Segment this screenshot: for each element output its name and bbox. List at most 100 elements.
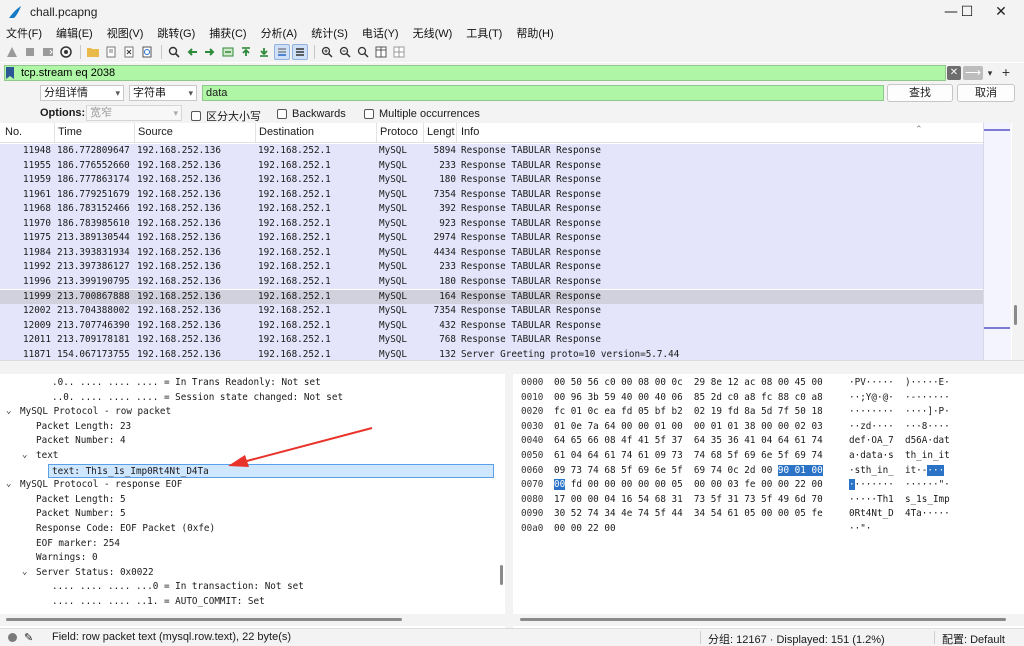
reload-file-icon[interactable] (139, 44, 155, 60)
column-header-destination[interactable]: Destination (259, 126, 314, 138)
close-file-icon[interactable] (121, 44, 137, 60)
find-query-input[interactable]: data (202, 85, 884, 101)
packet-row[interactable]: 11959 186.777863174 192.168.252.136 192.168… (0, 173, 983, 188)
filter-history-dropdown[interactable]: ▾ (985, 66, 995, 80)
menu-file[interactable]: 文件(F) (6, 25, 42, 41)
packet-row[interactable]: 11984 213.393831934 192.168.252.136 192.168… (0, 245, 983, 261)
pane-splitter-vertical[interactable] (505, 374, 513, 628)
column-divider[interactable] (456, 123, 457, 143)
menu-help[interactable]: 帮助(H) (516, 25, 553, 41)
packet-row[interactable]: 12002 213.704388002 192.168.252.136 192.168… (0, 304, 983, 319)
packet-row[interactable]: 11948 186.772809647 192.168.252.136 192.168… (0, 144, 983, 159)
auto-scroll-icon[interactable] (274, 44, 290, 60)
display-filter-input[interactable]: tcp.stream eq 2038 (4, 65, 946, 81)
hex-bytes: 01 0e 7a 64 00 00 01 00 00 01 01 38 00 0… (554, 420, 823, 432)
cancel-button[interactable]: 取消 (957, 84, 1015, 102)
status-divider[interactable] (934, 631, 935, 644)
add-filter-button[interactable]: + (999, 64, 1013, 80)
column-divider[interactable] (255, 123, 256, 143)
menu-analyze[interactable]: 分析(A) (261, 25, 298, 41)
apply-filter-icon[interactable]: ⟶ (963, 66, 983, 80)
char-width-select[interactable]: 宽窄 ▾ (86, 105, 182, 121)
checkbox-box[interactable] (364, 109, 374, 119)
capture-options-icon[interactable] (58, 44, 74, 60)
menu-wireless[interactable]: 无线(W) (413, 25, 453, 41)
menu-statistics[interactable]: 统计(S) (311, 25, 348, 41)
status-divider[interactable] (700, 631, 701, 644)
go-forward-icon[interactable] (202, 44, 218, 60)
packet-row[interactable]: 11961 186.779251679 192.168.252.136 192.168… (0, 187, 983, 203)
packet-row[interactable]: 11996 213.399190795 192.168.252.136 192.168… (0, 274, 983, 290)
menu-view[interactable]: 视图(V) (107, 25, 144, 41)
column-header-info[interactable]: Info (461, 126, 479, 138)
ascii-bytes-part: ·sth_in_ it·- (849, 464, 928, 476)
pane-splitter[interactable] (0, 360, 1024, 374)
packet-row[interactable]: 11970 186.783985610 192.168.252.136 192.168… (0, 216, 983, 232)
start-capture-icon[interactable] (4, 44, 20, 60)
packet-row[interactable]: 11992 213.397386127 192.168.252.136 192.168… (0, 260, 983, 275)
bytes-h-scroll-thumb[interactable] (520, 618, 1006, 621)
menu-capture[interactable]: 捕获(C) (209, 25, 246, 41)
detail-tree-row[interactable]: text: Th1s_1s_Imp0Rt4Nt_D4Ta (48, 463, 494, 479)
column-header-length[interactable]: Lengt (427, 126, 455, 138)
stop-capture-icon[interactable] (22, 44, 38, 60)
details-h-scroll-thumb[interactable] (6, 618, 402, 621)
search-in-select[interactable]: 分组详情 ▾ (40, 85, 124, 101)
column-header-no[interactable]: No. (5, 126, 22, 138)
go-first-packet-icon[interactable] (238, 44, 254, 60)
detail-text: .... .... .... ...0 = In transaction: No… (52, 581, 304, 593)
column-header-source[interactable]: Source (138, 126, 173, 138)
packet-row[interactable]: 11955 186.776552660 192.168.252.136 192.168… (0, 158, 983, 174)
checkbox-box[interactable] (191, 111, 201, 121)
normal-size-icon[interactable] (355, 44, 371, 60)
packet-row[interactable]: 11999 213.700867888 192.168.252.136 192.168… (0, 289, 983, 304)
details-scroll-thumb[interactable] (500, 565, 503, 585)
go-last-packet-icon[interactable] (256, 44, 272, 60)
checkbox-box[interactable] (277, 109, 287, 119)
packet-row[interactable]: 12011 213.709178181 192.168.252.136 192.168… (0, 333, 983, 348)
packet-list-scroll-thumb[interactable] (1014, 305, 1017, 325)
open-file-icon[interactable] (85, 44, 101, 60)
close-button[interactable]: ✕ (978, 0, 1024, 24)
restart-capture-icon[interactable] (40, 44, 56, 60)
expand-chevron-icon[interactable]: ⌄ (6, 477, 11, 492)
column-header-time[interactable]: Time (58, 126, 82, 138)
go-back-icon[interactable] (184, 44, 200, 60)
expand-chevron-icon[interactable]: ⌄ (6, 404, 11, 419)
packet-row[interactable]: 11968 186.783152466 192.168.252.136 192.168… (0, 202, 983, 217)
status-profile[interactable]: 配置: Default (942, 631, 1005, 646)
multiple-occurrences-checkbox[interactable]: Multiple occurrences (364, 108, 480, 120)
edit-comment-icon[interactable]: ✎ (24, 631, 33, 644)
column-divider[interactable] (54, 123, 55, 143)
packet-list[interactable]: No. Time Source Destination Protoco Leng… (0, 123, 1024, 363)
menu-tools[interactable]: 工具(T) (466, 25, 502, 41)
find-packet-icon[interactable] (166, 44, 182, 60)
layout-icon[interactable] (391, 44, 407, 60)
column-divider[interactable] (376, 123, 377, 143)
find-button[interactable]: 查找 (887, 84, 953, 102)
expand-chevron-icon[interactable]: ⌄ (22, 448, 27, 463)
column-divider[interactable] (134, 123, 135, 143)
resize-columns-icon[interactable] (373, 44, 389, 60)
menu-telephony[interactable]: 电话(Y) (362, 25, 399, 41)
packet-row[interactable]: 12009 213.707746390 192.168.252.136 192.168… (0, 318, 983, 334)
case-sensitive-checkbox[interactable]: 区分大小写 (191, 108, 261, 124)
go-to-packet-icon[interactable] (220, 44, 236, 60)
column-divider[interactable] (423, 123, 424, 143)
packet-minimap[interactable] (983, 123, 1011, 360)
colorize-icon[interactable] (292, 44, 308, 60)
expand-chevron-icon[interactable]: ⌄ (22, 565, 27, 580)
save-file-icon[interactable] (103, 44, 119, 60)
packet-details-tree[interactable]: .0.. .... .... .... = In Trans Readonly:… (0, 374, 505, 628)
backwards-checkbox[interactable]: Backwards (277, 108, 346, 120)
zoom-in-icon[interactable] (319, 44, 335, 60)
search-type-select[interactable]: 字符串 ▾ (129, 85, 197, 101)
menu-go[interactable]: 跳转(G) (157, 25, 195, 41)
column-header-protocol[interactable]: Protoco (380, 126, 418, 138)
expert-info-icon[interactable] (8, 633, 17, 642)
menu-edit[interactable]: 编辑(E) (56, 25, 93, 41)
zoom-out-icon[interactable] (337, 44, 353, 60)
packet-row[interactable]: 11975 213.389130544 192.168.252.136 192.168… (0, 231, 983, 246)
packet-bytes-pane[interactable]: 0000 00 50 56 c0 00 08 00 0c 29 8e 12 ac … (513, 374, 1024, 628)
clear-filter-icon[interactable]: ✕ (947, 66, 961, 80)
